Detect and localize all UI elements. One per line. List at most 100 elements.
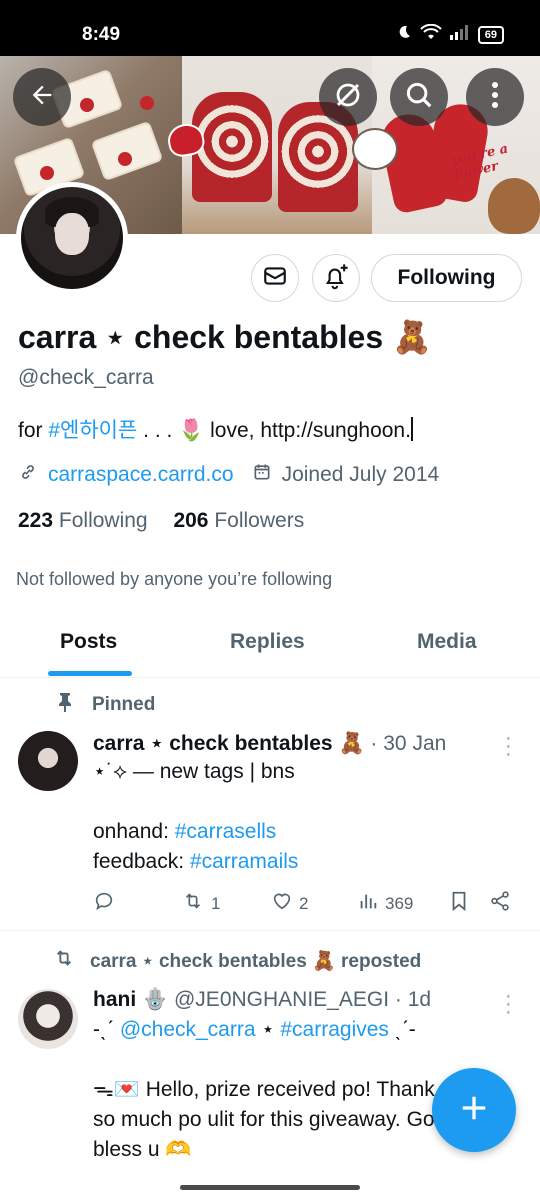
- user-handle: @check_carra: [18, 366, 154, 389]
- views-button[interactable]: 369: [357, 890, 413, 917]
- post-text-line-1: ⋆˙⟡ — new tags | bns: [93, 760, 295, 783]
- following-button[interactable]: Following: [371, 254, 522, 302]
- following-label: Following: [58, 509, 148, 532]
- post-text-line-1: -ˎˊ @check_carra ⋆ #carragives ˎˊ-: [93, 1015, 416, 1045]
- view-count: 369: [385, 893, 414, 913]
- bio-suffix: . . . 🌷 love, http://sunghoon.: [137, 419, 411, 442]
- following-count: 223: [18, 509, 54, 532]
- post-line-4-prefix: feedback:: [93, 850, 190, 873]
- pin-icon: [56, 692, 74, 718]
- like-count: 2: [299, 893, 309, 913]
- repost-indicator-icon: [52, 947, 76, 975]
- followers-label: Followers: [214, 509, 305, 532]
- mention-check-carra[interactable]: @check_carra: [120, 1018, 256, 1041]
- following-count-link[interactable]: 223 Following: [18, 509, 148, 532]
- more-vertical-icon: [491, 81, 499, 114]
- status-bar: 8:49 69: [0, 0, 540, 56]
- hashtag-carramails[interactable]: #carramails: [190, 850, 299, 873]
- like-button[interactable]: 2: [271, 890, 308, 917]
- text-cursor: [410, 417, 413, 441]
- status-time: 8:49: [82, 24, 121, 45]
- calendar-icon: [252, 462, 282, 488]
- share-button[interactable]: [489, 890, 511, 917]
- profile-avatar[interactable]: [16, 182, 128, 294]
- bio-hashtag-link[interactable]: #엔하이픈: [48, 419, 137, 442]
- reply-icon: [93, 890, 115, 917]
- status-icons: 69: [396, 23, 504, 45]
- link-icon: [18, 462, 48, 488]
- post-header: carra ⋆ check bentables 🧸 · 30 Jan: [93, 731, 446, 756]
- more-options-button[interactable]: [466, 68, 524, 126]
- profile-tabs: Posts Replies Media: [0, 612, 540, 678]
- battery-indicator: 69: [477, 25, 504, 44]
- back-button[interactable]: [13, 68, 71, 126]
- plus-icon: [459, 1093, 489, 1128]
- post-header: hani 🪬 @JE0NGHANIE_AEGI · 1d: [93, 988, 431, 1012]
- not-followed-notice: Not followed by anyone you’re following: [16, 569, 333, 589]
- signal-icon: [449, 24, 470, 45]
- grok-button[interactable]: [319, 68, 377, 126]
- post-actions: 1 2 369: [93, 890, 523, 918]
- post-author-handle-time: @JE0NGHANIE_AEGI · 1d: [168, 988, 432, 1011]
- search-icon: [404, 80, 434, 115]
- display-name: carra ⋆ check bentables 🧸: [18, 319, 432, 355]
- cup-sticker: [352, 128, 398, 170]
- followers-count-link[interactable]: 206 Followers: [173, 509, 304, 532]
- post-author-avatar[interactable]: [18, 989, 78, 1049]
- tab-replies[interactable]: Replies: [230, 630, 305, 654]
- moon-icon: [396, 24, 412, 45]
- pinned-text: Pinned: [92, 694, 156, 715]
- post-text-line-3: onhand: #carrasells: [93, 817, 276, 847]
- post-author-name[interactable]: carra ⋆ check bentables 🧸: [93, 732, 365, 755]
- hashtag-carrasells[interactable]: #carrasells: [175, 820, 277, 843]
- grok-icon: [333, 80, 363, 115]
- wifi-icon: [420, 23, 442, 45]
- post-more-button[interactable]: · · ·: [505, 986, 512, 1022]
- repost-button[interactable]: 1: [181, 890, 220, 917]
- bio-prefix: for: [18, 419, 49, 442]
- post-text-line-4: bless u 🫶: [93, 1138, 192, 1161]
- post-time: · 30 Jan: [364, 732, 447, 755]
- reply-button[interactable]: [93, 890, 115, 917]
- post-divider: [0, 930, 540, 931]
- post-text-line-4: feedback: #carramails: [93, 847, 298, 877]
- deco-mid: ⋆: [255, 1018, 281, 1041]
- tab-media[interactable]: Media: [417, 630, 477, 654]
- joined-date: Joined July 2014: [281, 463, 440, 486]
- mail-icon: [262, 263, 288, 294]
- follow-counts: 223 Following 206 Followers: [18, 509, 304, 533]
- pinned-label: Pinned: [56, 692, 155, 718]
- tab-posts[interactable]: Posts: [60, 630, 117, 654]
- deco-suffix: ˎˊ-: [388, 1018, 416, 1041]
- post-more-button[interactable]: · · ·: [505, 728, 512, 764]
- reposted-label: carra ⋆ check bentables 🧸 reposted: [52, 947, 421, 975]
- deco-prefix: -ˎˊ: [93, 1018, 120, 1041]
- website-link[interactable]: carraspace.carrd.co: [48, 463, 234, 487]
- post-author-avatar[interactable]: [18, 731, 78, 791]
- repost-icon: [181, 890, 205, 917]
- home-indicator[interactable]: [180, 1185, 360, 1190]
- heart-icon: [271, 890, 293, 917]
- search-button[interactable]: [390, 68, 448, 126]
- views-icon: [357, 890, 379, 917]
- repost-count: 1: [211, 893, 221, 913]
- post-author-name[interactable]: hani 🪬: [93, 988, 168, 1011]
- compose-post-button[interactable]: [432, 1068, 516, 1152]
- post-text-line-3: so much po ulit for this giveaway. God: [93, 1108, 447, 1131]
- notify-button[interactable]: [312, 254, 360, 302]
- active-tab-indicator: [48, 671, 132, 676]
- bio: for #엔하이픈 . . . 🌷 love, http://sunghoon.: [18, 414, 413, 444]
- avatar-image: [21, 187, 123, 289]
- hashtag-carragives[interactable]: #carragives: [280, 1018, 389, 1041]
- bookmark-button[interactable]: [448, 890, 470, 917]
- teddy-bear-image: [488, 178, 540, 234]
- post-line-3-prefix: onhand:: [93, 820, 175, 843]
- arrow-left-icon: [28, 81, 56, 114]
- bell-plus-icon: [322, 262, 350, 295]
- profile-meta: carraspace.carrd.co Joined July 2014: [18, 462, 439, 488]
- followers-count: 206: [173, 509, 209, 532]
- reposted-text: carra ⋆ check bentables 🧸 reposted: [90, 951, 422, 972]
- post-text-line-2: ᯓ💌 Hello, prize received po! Thank you: [93, 1078, 475, 1101]
- bookmark-icon: [448, 890, 470, 917]
- message-button[interactable]: [251, 254, 299, 302]
